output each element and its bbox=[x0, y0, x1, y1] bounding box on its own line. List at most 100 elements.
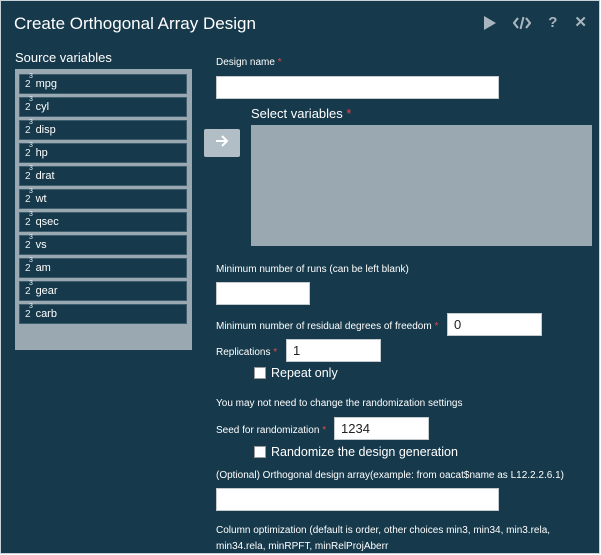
source-variable-label: qsec bbox=[35, 216, 59, 228]
source-variable-label: mpg bbox=[35, 78, 57, 90]
arrow-right-icon bbox=[215, 134, 229, 152]
help-icon[interactable]: ? bbox=[548, 15, 557, 31]
numeric-variable-icon: 23 bbox=[25, 211, 33, 228]
source-variable-item[interactable]: 2 3 qsec bbox=[19, 211, 187, 232]
source-variable-item[interactable]: 2 3 drat bbox=[19, 165, 187, 186]
numeric-variable-icon-base: 2 bbox=[25, 308, 31, 320]
randomize-option[interactable]: Randomize the design generation bbox=[254, 445, 458, 459]
column-optimization-label-line1: Column optimization (default is order, o… bbox=[216, 525, 551, 536]
numeric-variable-icon-sup: 3 bbox=[29, 187, 33, 195]
numeric-variable-icon-base: 2 bbox=[25, 170, 31, 182]
min-residual-df-label: Minimum number of residual degrees of fr… bbox=[216, 321, 438, 332]
toolbar: ? ✕ bbox=[483, 15, 587, 31]
source-variable-label: hp bbox=[35, 147, 48, 159]
required-mark: * bbox=[322, 425, 327, 436]
source-variable-item[interactable]: 2 3 disp bbox=[19, 119, 187, 140]
orthogonal-array-label: (Optional) Orthogonal design array(examp… bbox=[216, 470, 564, 481]
source-variable-item[interactable]: 2 3 gear bbox=[19, 280, 187, 301]
source-variables-list: 2 3 mpg 2 3 cyl 2 3 disp 2 3 hp 2 3 drat 2 3 wt 2 3 qsec 2 3 vs… bbox=[19, 73, 187, 327]
randomize-label: Randomize the design generation bbox=[271, 445, 458, 459]
required-mark: * bbox=[434, 321, 439, 332]
numeric-variable-icon: 23 bbox=[25, 96, 33, 113]
title-bar: Create Orthogonal Array Design ? ✕ bbox=[1, 1, 599, 45]
orthogonal-array-input[interactable] bbox=[216, 488, 499, 511]
numeric-variable-icon-sup: 3 bbox=[29, 72, 33, 80]
design-name-label-text: Design name bbox=[216, 57, 275, 68]
numeric-variable-icon-base: 2 bbox=[25, 239, 31, 251]
source-variable-label: am bbox=[35, 262, 51, 274]
numeric-variable-icon-base: 2 bbox=[25, 262, 31, 274]
randomization-note: You may not need to change the randomiza… bbox=[216, 398, 463, 409]
replications-label-text: Replications bbox=[216, 347, 271, 358]
numeric-variable-icon: 23 bbox=[25, 234, 33, 251]
seed-input[interactable] bbox=[334, 417, 429, 440]
seed-label-text: Seed for randomization bbox=[216, 425, 320, 436]
numeric-variable-icon-base: 2 bbox=[25, 147, 31, 159]
source-variable-label: carb bbox=[35, 308, 57, 320]
numeric-variable-icon-sup: 3 bbox=[29, 233, 33, 241]
move-to-select-button[interactable] bbox=[204, 129, 240, 157]
min-residual-df-label-text: Minimum number of residual degrees of fr… bbox=[216, 321, 432, 332]
numeric-variable-icon-sup: 3 bbox=[29, 302, 33, 310]
source-variable-label: drat bbox=[35, 170, 55, 182]
source-variable-item[interactable]: 2 3 carb bbox=[19, 302, 187, 324]
source-variable-item[interactable]: 2 3 vs bbox=[19, 234, 187, 255]
repeat-only-checkbox[interactable] bbox=[254, 367, 266, 379]
numeric-variable-icon-base: 2 bbox=[25, 285, 31, 297]
required-mark: * bbox=[346, 106, 352, 121]
numeric-variable-icon-sup: 3 bbox=[29, 141, 33, 149]
replications-label: Replications * bbox=[216, 347, 277, 358]
numeric-variable-icon: 23 bbox=[25, 73, 33, 90]
source-variable-item[interactable]: 2 3 hp bbox=[19, 142, 187, 163]
required-mark: * bbox=[277, 57, 282, 68]
source-variables-label: Source variables bbox=[15, 50, 112, 65]
numeric-variable-icon-base: 2 bbox=[25, 78, 31, 90]
replications-input[interactable] bbox=[286, 339, 381, 362]
numeric-variable-icon: 23 bbox=[25, 142, 33, 159]
run-icon[interactable] bbox=[483, 16, 497, 30]
numeric-variable-icon-base: 2 bbox=[25, 193, 31, 205]
numeric-variable-icon-sup: 3 bbox=[29, 118, 33, 126]
source-variable-label: wt bbox=[35, 193, 47, 205]
numeric-variable-icon-sup: 3 bbox=[29, 256, 33, 264]
select-variables-label-text: Select variables bbox=[251, 106, 343, 121]
required-mark: * bbox=[273, 347, 278, 358]
min-runs-label: Minimum number of runs (can be left blan… bbox=[216, 264, 409, 275]
design-name-label: Design name * bbox=[216, 57, 282, 68]
source-variable-label: vs bbox=[35, 239, 47, 251]
min-residual-df-input[interactable] bbox=[447, 313, 542, 336]
randomize-checkbox[interactable] bbox=[254, 446, 266, 458]
numeric-variable-icon: 23 bbox=[25, 165, 33, 182]
create-orthogonal-array-dialog: Create Orthogonal Array Design ? ✕ Sourc… bbox=[0, 0, 600, 554]
code-icon[interactable] bbox=[513, 16, 532, 30]
source-variable-item[interactable]: 2 3 wt bbox=[19, 188, 187, 209]
source-variable-item[interactable]: 2 3 mpg bbox=[19, 73, 187, 94]
numeric-variable-icon-sup: 3 bbox=[29, 210, 33, 218]
min-runs-input[interactable] bbox=[216, 282, 310, 305]
dialog-title: Create Orthogonal Array Design bbox=[14, 14, 256, 33]
numeric-variable-icon: 23 bbox=[25, 188, 33, 205]
select-variables-label: Select variables * bbox=[251, 106, 351, 121]
source-variable-label: cyl bbox=[35, 101, 50, 113]
numeric-variable-icon: 23 bbox=[25, 280, 33, 297]
seed-label: Seed for randomization * bbox=[216, 425, 326, 436]
numeric-variable-icon-sup: 3 bbox=[29, 164, 33, 172]
numeric-variable-icon-base: 2 bbox=[25, 101, 31, 113]
numeric-variable-icon-sup: 3 bbox=[29, 279, 33, 287]
numeric-variable-icon-sup: 3 bbox=[29, 95, 33, 103]
numeric-variable-icon: 23 bbox=[25, 257, 33, 274]
source-variable-item[interactable]: 2 3 am bbox=[19, 257, 187, 278]
design-name-input[interactable] bbox=[216, 76, 499, 99]
repeat-only-label: Repeat only bbox=[271, 366, 338, 380]
source-variable-label: gear bbox=[35, 285, 58, 297]
numeric-variable-icon-base: 2 bbox=[25, 124, 31, 136]
numeric-variable-icon-base: 2 bbox=[25, 216, 31, 228]
numeric-variable-icon: 23 bbox=[25, 119, 33, 136]
close-icon[interactable]: ✕ bbox=[574, 15, 587, 31]
repeat-only-option[interactable]: Repeat only bbox=[254, 366, 338, 380]
column-optimization-label-line2: min34.rela, minRPFT, minRelProjAberr bbox=[216, 541, 389, 552]
source-variable-item[interactable]: 2 3 cyl bbox=[19, 96, 187, 117]
source-variables-panel: 2 3 mpg 2 3 cyl 2 3 disp 2 3 hp 2 3 drat 2 3 wt 2 3 qsec 2 3 vs… bbox=[15, 69, 192, 350]
source-variable-label: disp bbox=[35, 124, 56, 136]
selected-variables-box[interactable] bbox=[251, 125, 592, 246]
